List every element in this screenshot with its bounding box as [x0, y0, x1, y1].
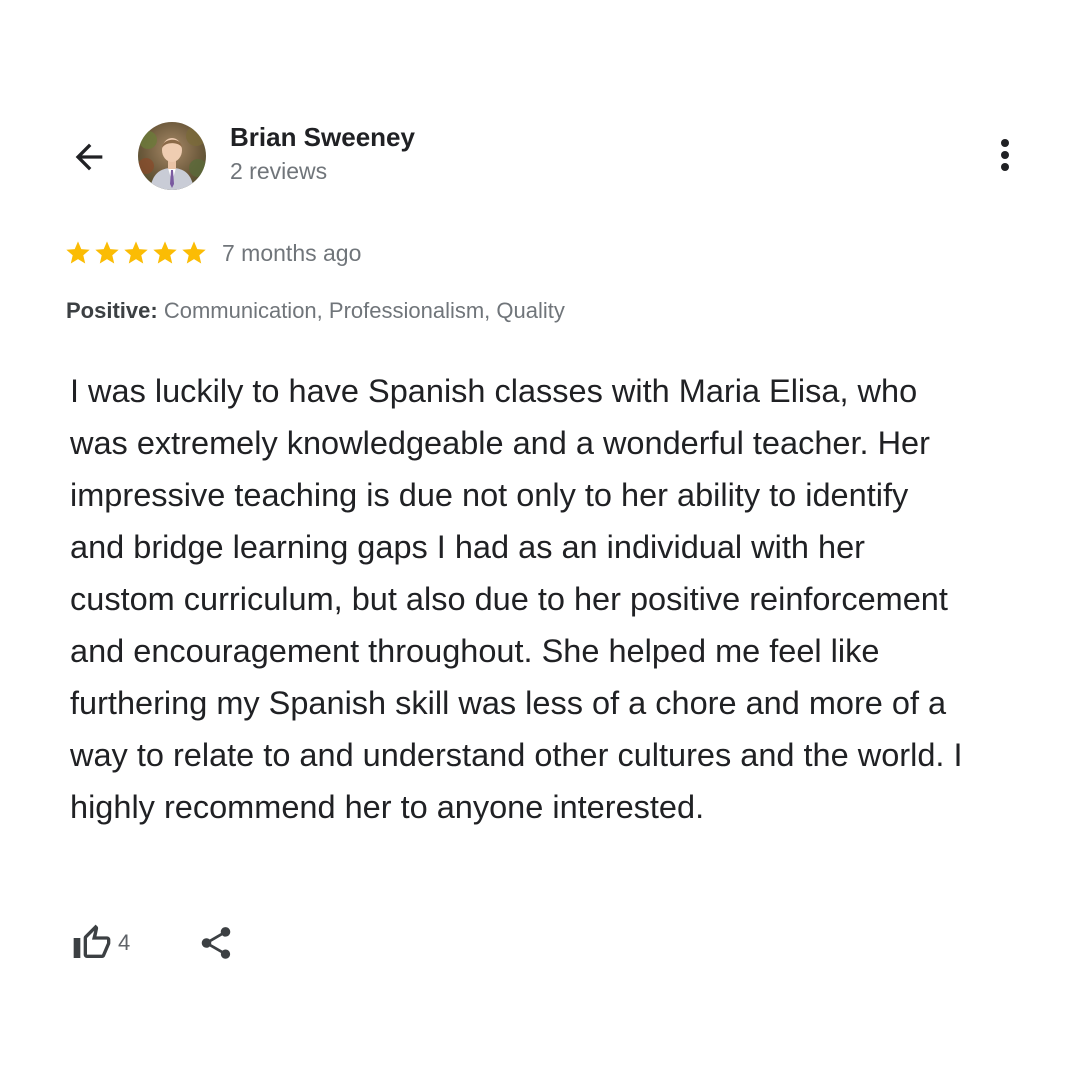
star-rating [64, 239, 208, 267]
author-name[interactable]: Brian Sweeney [230, 122, 415, 153]
star-icon [95, 241, 119, 264]
star-icon [124, 241, 148, 264]
share-button[interactable] [196, 923, 236, 963]
like-button[interactable]: 4 [72, 923, 130, 963]
avatar[interactable] [138, 122, 206, 190]
rating-row: 7 months ago [64, 236, 361, 270]
review-actions: 4 [72, 920, 236, 966]
positive-label: Positive: [66, 298, 158, 323]
positive-attributes: Positive: Communication, Professionalism… [66, 298, 565, 324]
more-vert-icon [1001, 139, 1009, 171]
star-icon [182, 241, 206, 264]
back-button[interactable] [66, 134, 112, 180]
author-review-count: 2 reviews [230, 158, 328, 184]
review-text: I was luckily to have Spanish classes wi… [70, 373, 963, 825]
star-icon [66, 241, 90, 264]
thumb-up-icon [73, 924, 111, 958]
more-options-button[interactable] [988, 132, 1022, 178]
positive-values: Communication, Professionalism, Quality [163, 298, 565, 323]
avatar-image [138, 122, 206, 190]
share-icon [202, 927, 231, 959]
arrow-back-icon [75, 143, 103, 171]
review-date: 7 months ago [222, 239, 362, 266]
like-count: 4 [118, 930, 131, 955]
star-icon [153, 241, 177, 264]
